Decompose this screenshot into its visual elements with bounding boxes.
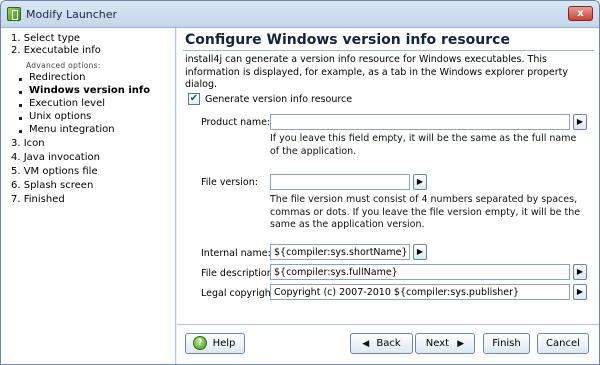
next-button-label: Next [425, 338, 450, 349]
product-name-label: Product name: [201, 117, 271, 128]
sidebar-item-finished[interactable]: 7. Finished [11, 194, 65, 205]
sidebar-item-icon[interactable]: 3. Icon [11, 138, 45, 149]
main-panel: Configure Windows version info resource … [177, 28, 599, 364]
arrow-right-icon: ▶ [416, 177, 424, 186]
internal-name-label: Internal name: [201, 248, 271, 259]
product-name-hint: If you leave this field empty, it will b… [270, 133, 577, 157]
sidebar-subitem-windows-version-info[interactable]: Windows version info [18, 85, 150, 96]
cancel-button[interactable]: Cancel [537, 333, 589, 354]
file-description-input[interactable]: ${compiler:sys.fullName} [270, 264, 570, 280]
sidebar-item-select-type[interactable]: 1. Select type [11, 33, 80, 44]
sidebar-subitem-label: Execution level [29, 98, 106, 109]
back-arrow-icon: ◀ [362, 339, 370, 349]
sidebar-item-java-invocation[interactable]: 4. Java invocation [11, 152, 100, 163]
arrow-right-icon: ▶ [576, 117, 584, 126]
sidebar-subitem-label: Menu integration [29, 124, 115, 135]
page-title: Configure Windows version info resource [185, 32, 510, 48]
next-arrow-icon: ▶ [457, 339, 465, 349]
close-button[interactable]: x [568, 6, 593, 21]
arrow-right-icon: ▶ [576, 287, 584, 296]
generate-version-info-checkbox[interactable]: ✔ [188, 93, 200, 105]
sidebar-subitem-redirection[interactable]: Redirection [18, 72, 85, 83]
back-button-label: Back [376, 338, 401, 349]
file-version-label: File version: [201, 177, 258, 188]
sidebar-item-executable-info[interactable]: 2. Executable info [11, 45, 101, 56]
sidebar-subitem-label: Windows version info [29, 85, 151, 96]
sidebar-subitem-unix-options[interactable]: Unix options [18, 111, 91, 122]
sidebar-subitem-menu-integration[interactable]: Menu integration [18, 124, 115, 135]
file-description-label: File description: [201, 268, 276, 279]
page-description: install4j can generate a version info re… [185, 54, 568, 90]
modify-launcher-window: Modify Launcher x 1. Select type 2. Exec… [0, 0, 600, 365]
file-version-hint: The file version must consist of 4 numbe… [270, 194, 581, 230]
legal-copyright-variable-button[interactable]: ▶ [573, 284, 587, 300]
product-name-input[interactable] [270, 114, 570, 130]
arrow-right-icon: ▶ [576, 267, 584, 276]
internal-name-input[interactable]: ${compiler:sys.shortName} [270, 244, 410, 260]
file-version-variable-button[interactable]: ▶ [413, 174, 427, 190]
sidebar-subitem-execution-level[interactable]: Execution level [18, 98, 105, 109]
internal-name-variable-button[interactable]: ▶ [413, 244, 427, 260]
product-name-variable-button[interactable]: ▶ [573, 114, 587, 130]
sidebar-item-splash-screen[interactable]: 6. Splash screen [11, 180, 93, 191]
help-icon: ? [193, 336, 207, 350]
help-button-label: Help [212, 338, 236, 349]
arrow-right-icon: ▶ [416, 247, 424, 256]
window-title: Modify Launcher [26, 8, 118, 21]
finish-button[interactable]: Finish [483, 333, 530, 354]
title-divider [183, 50, 594, 51]
app-icon [7, 7, 21, 21]
advanced-options-label: Advanced options: [26, 61, 101, 70]
sidebar-subitem-label: Redirection [29, 72, 86, 83]
file-description-variable-button[interactable]: ▶ [573, 264, 587, 280]
generate-version-info-label[interactable]: Generate version info resource [205, 94, 352, 105]
title-bar[interactable]: Modify Launcher x [1, 1, 599, 28]
legal-copyright-input[interactable]: Copyright (c) 2007-2010 ${compiler:sys.p… [270, 284, 570, 300]
help-button[interactable]: ? Help [185, 333, 245, 354]
legal-copyright-label: Legal copyright: [201, 288, 278, 299]
footer-divider [177, 324, 599, 325]
sidebar-subitem-label: Unix options [29, 111, 92, 122]
sidebar: 1. Select type 2. Executable info Advanc… [1, 28, 176, 364]
sidebar-item-vm-options-file[interactable]: 5. VM options file [11, 166, 98, 177]
back-button[interactable]: ◀ Back [350, 333, 413, 354]
file-version-input[interactable] [270, 174, 410, 190]
next-button[interactable]: Next ▶ [415, 333, 475, 354]
